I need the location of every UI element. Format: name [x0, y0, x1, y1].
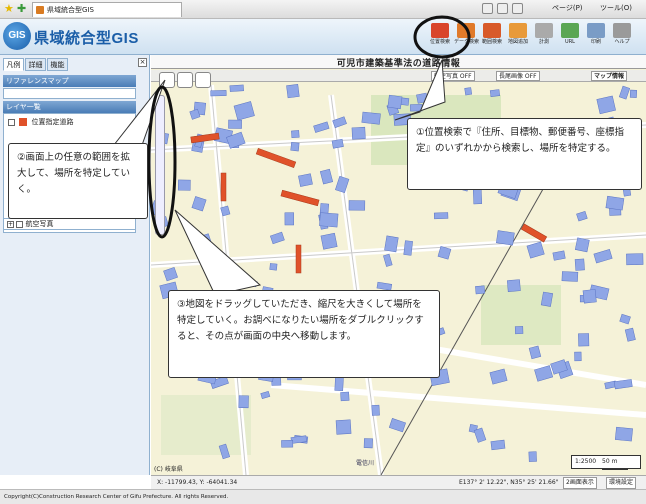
callout-pointers — [109, 15, 471, 296]
footer: Copyright(C)Construction Research Center… — [0, 489, 646, 504]
callout-drag-map: ③地図をドラッグしていただき、縮尺を大きくして場所を特定していく。お調べになりた… — [168, 290, 440, 378]
settings-button[interactable]: 環境設定 — [606, 477, 637, 489]
status-bar: X: -11799.43, Y: -64041.34 E137° 2' 12.2… — [151, 475, 646, 489]
callout-location-search: ①位置検索で『住所、目標物、郵便番号、座標指定』のいずれかから検索し、場所を特定… — [407, 118, 642, 190]
xy-coordinates: X: -11799.43, Y: -64041.34 — [157, 479, 238, 486]
latlon-coordinates: E137° 2' 12.22", N35° 25' 21.66" — [459, 479, 559, 486]
dual-view-button[interactable]: 2画面表示 — [563, 477, 597, 489]
callout-zoom-area: ②画面上の任意の範囲を拡大して、場所を特定していく。 — [8, 143, 148, 219]
